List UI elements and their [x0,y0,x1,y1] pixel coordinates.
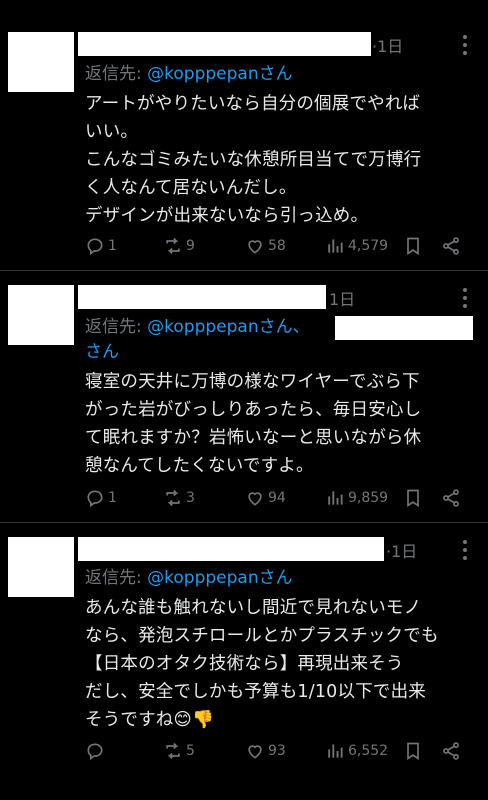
bookmark-icon [407,742,419,761]
views-icon [328,491,343,505]
reply-count: 1 [108,238,117,254]
like-button[interactable]: 58 [245,236,286,256]
tweet-3[interactable]: ·1日 返信先: @kopppepanさん あんな誰も触れないし間近で見れないモ… [0,523,488,800]
share-icon [443,742,459,760]
share-button[interactable] [441,488,461,512]
more-options-icon[interactable] [462,540,468,560]
views-button[interactable]: 4,579 [325,236,388,256]
reply-count: 1 [108,490,117,506]
bookmark-button[interactable] [403,741,423,765]
tweet-text: アートがやりたいなら自分の個展でやれば いい。 こんなゴミみたいな休憩所目当てで… [85,94,422,226]
bookmark-button[interactable] [403,236,423,260]
repost-icon [166,237,180,255]
bookmark-icon [407,237,419,256]
repost-button[interactable]: 3 [163,488,195,508]
redacted-mention [335,316,473,340]
redacted-username [78,32,371,56]
timestamp[interactable]: ·1日 [372,33,403,57]
share-button[interactable] [441,741,461,765]
tweet-text: あんな誰も触れないし間近で見れないモノ なら、発泡スチロールとかプラスチックでも… [85,598,439,730]
action-bar: 1 3 94 9,859 [85,488,470,512]
bookmark-button[interactable] [403,488,423,512]
reply-handle-link[interactable]: @kopppepanさん [147,64,292,84]
repost-icon [166,742,180,760]
tweet-text: 寝室の天井に万博の様なワイヤーでぶら下 がった岩がびっしりあったら、毎日安心し … [85,372,422,476]
views-icon [328,239,343,253]
reply-prefix: 返信先: [85,64,148,84]
views-button[interactable]: 9,859 [325,488,388,508]
avatar[interactable] [8,537,74,597]
action-bar: 5 93 6,552 [85,741,470,765]
heart-icon [248,745,262,759]
timestamp[interactable]: 1日 [329,286,355,310]
reply-button[interactable]: 1 [85,488,117,508]
reply-to-line: 返信先: @kopppepanさん [85,62,293,86]
repost-button[interactable]: 5 [163,741,195,761]
redacted-username [78,285,326,309]
views-button[interactable]: 6,552 [325,741,388,761]
view-count: 6,552 [348,743,389,759]
reply-icon [87,238,103,256]
like-button[interactable]: 93 [245,741,286,761]
reply-to-line: 返信先: @kopppepanさん、 [85,315,310,339]
like-count: 93 [268,743,286,759]
action-bar: 1 9 58 4,579 [85,236,470,260]
reply-icon [87,490,103,508]
timestamp[interactable]: ·1日 [386,538,417,562]
share-icon [443,489,459,507]
share-button[interactable] [441,236,461,260]
heart-icon [248,240,262,254]
repost-button[interactable]: 9 [163,236,195,256]
reply-button[interactable]: 1 [85,236,117,256]
tweet-1[interactable]: ·1日 返信先: @kopppepanさん アートがやりたいなら自分の個展でやれ… [0,0,488,271]
reply-button[interactable] [85,741,108,761]
like-button[interactable]: 94 [245,488,286,508]
heart-icon [248,492,262,506]
redacted-username [78,537,384,561]
view-count: 9,859 [348,490,389,506]
views-icon [328,744,343,758]
reply-prefix: 返信先: [85,317,148,337]
reply-handle-link[interactable]: @kopppepanさん [147,568,292,588]
more-options-icon[interactable] [462,288,468,308]
bookmark-icon [407,489,419,508]
share-icon [443,237,459,255]
view-count: 4,579 [348,238,389,254]
avatar[interactable] [8,32,74,92]
like-count: 94 [268,490,286,506]
repost-icon [166,489,180,507]
avatar[interactable] [8,285,74,345]
reply-icon [87,743,103,761]
reply-handle-link[interactable]: @kopppepanさん、 [147,317,309,337]
repost-count: 5 [186,743,195,759]
reply-to-line: 返信先: @kopppepanさん [85,566,293,590]
repost-count: 9 [186,238,195,254]
reply-prefix: 返信先: [85,568,148,588]
reply-handle-suffix[interactable]: さん [85,340,119,364]
more-options-icon[interactable] [462,35,468,55]
repost-count: 3 [186,490,195,506]
tweet-2[interactable]: 1日 返信先: @kopppepanさん、 さん 寝室の天井に万博の様なワイヤー… [0,271,488,523]
like-count: 58 [268,238,286,254]
